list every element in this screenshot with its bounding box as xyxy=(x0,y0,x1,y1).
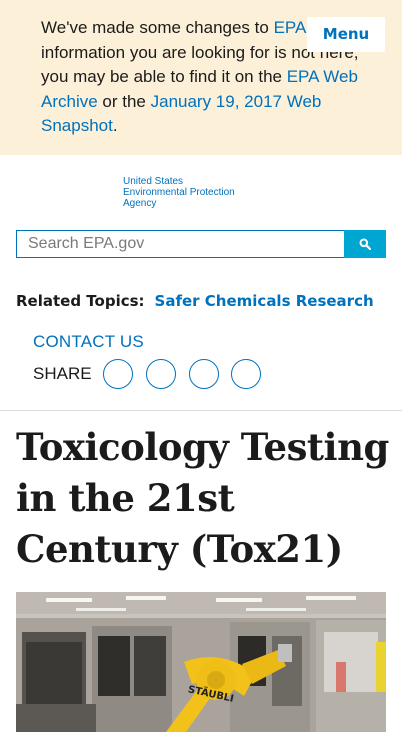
contact-us-link[interactable]: CONTACT US xyxy=(33,331,144,353)
search-form xyxy=(16,230,386,258)
hero-image: STÄUBLI xyxy=(16,592,386,732)
related-topics: Related Topics: Safer Chemicals Research xyxy=(16,290,374,313)
search-icon xyxy=(359,238,371,250)
epa-link[interactable]: EPA. xyxy=(274,18,311,37)
share-label: SHARE xyxy=(33,364,92,383)
epa-logo[interactable]: United States Environmental Protection A… xyxy=(123,176,263,209)
logo-line-2: Environmental Protection xyxy=(123,187,235,198)
page-title: Toxicology Testing in the 21st Century (… xyxy=(16,425,389,571)
logo-line-1: United States xyxy=(123,176,184,187)
share-facebook-button[interactable] xyxy=(103,359,133,389)
notice-text-3: or the xyxy=(97,91,151,111)
robotic-lab-photo: STÄUBLI xyxy=(16,592,386,732)
divider xyxy=(0,410,402,411)
related-topics-label: Related Topics: xyxy=(16,292,145,310)
site-notice-banner: We've made some changes to EPA. If the i… xyxy=(0,0,402,155)
safer-chemicals-research-link[interactable]: Safer Chemicals Research xyxy=(155,292,374,310)
search-button[interactable] xyxy=(344,230,386,258)
menu-button[interactable]: Menu xyxy=(307,17,385,52)
share-email-button[interactable] xyxy=(231,359,261,389)
share-pinterest-button[interactable] xyxy=(189,359,219,389)
search-input[interactable] xyxy=(16,230,344,258)
logo-line-3: Agency xyxy=(123,198,157,209)
notice-text-1: We've made some changes to xyxy=(41,18,274,37)
notice-text-4: . xyxy=(112,116,118,135)
share-twitter-button[interactable] xyxy=(146,359,176,389)
